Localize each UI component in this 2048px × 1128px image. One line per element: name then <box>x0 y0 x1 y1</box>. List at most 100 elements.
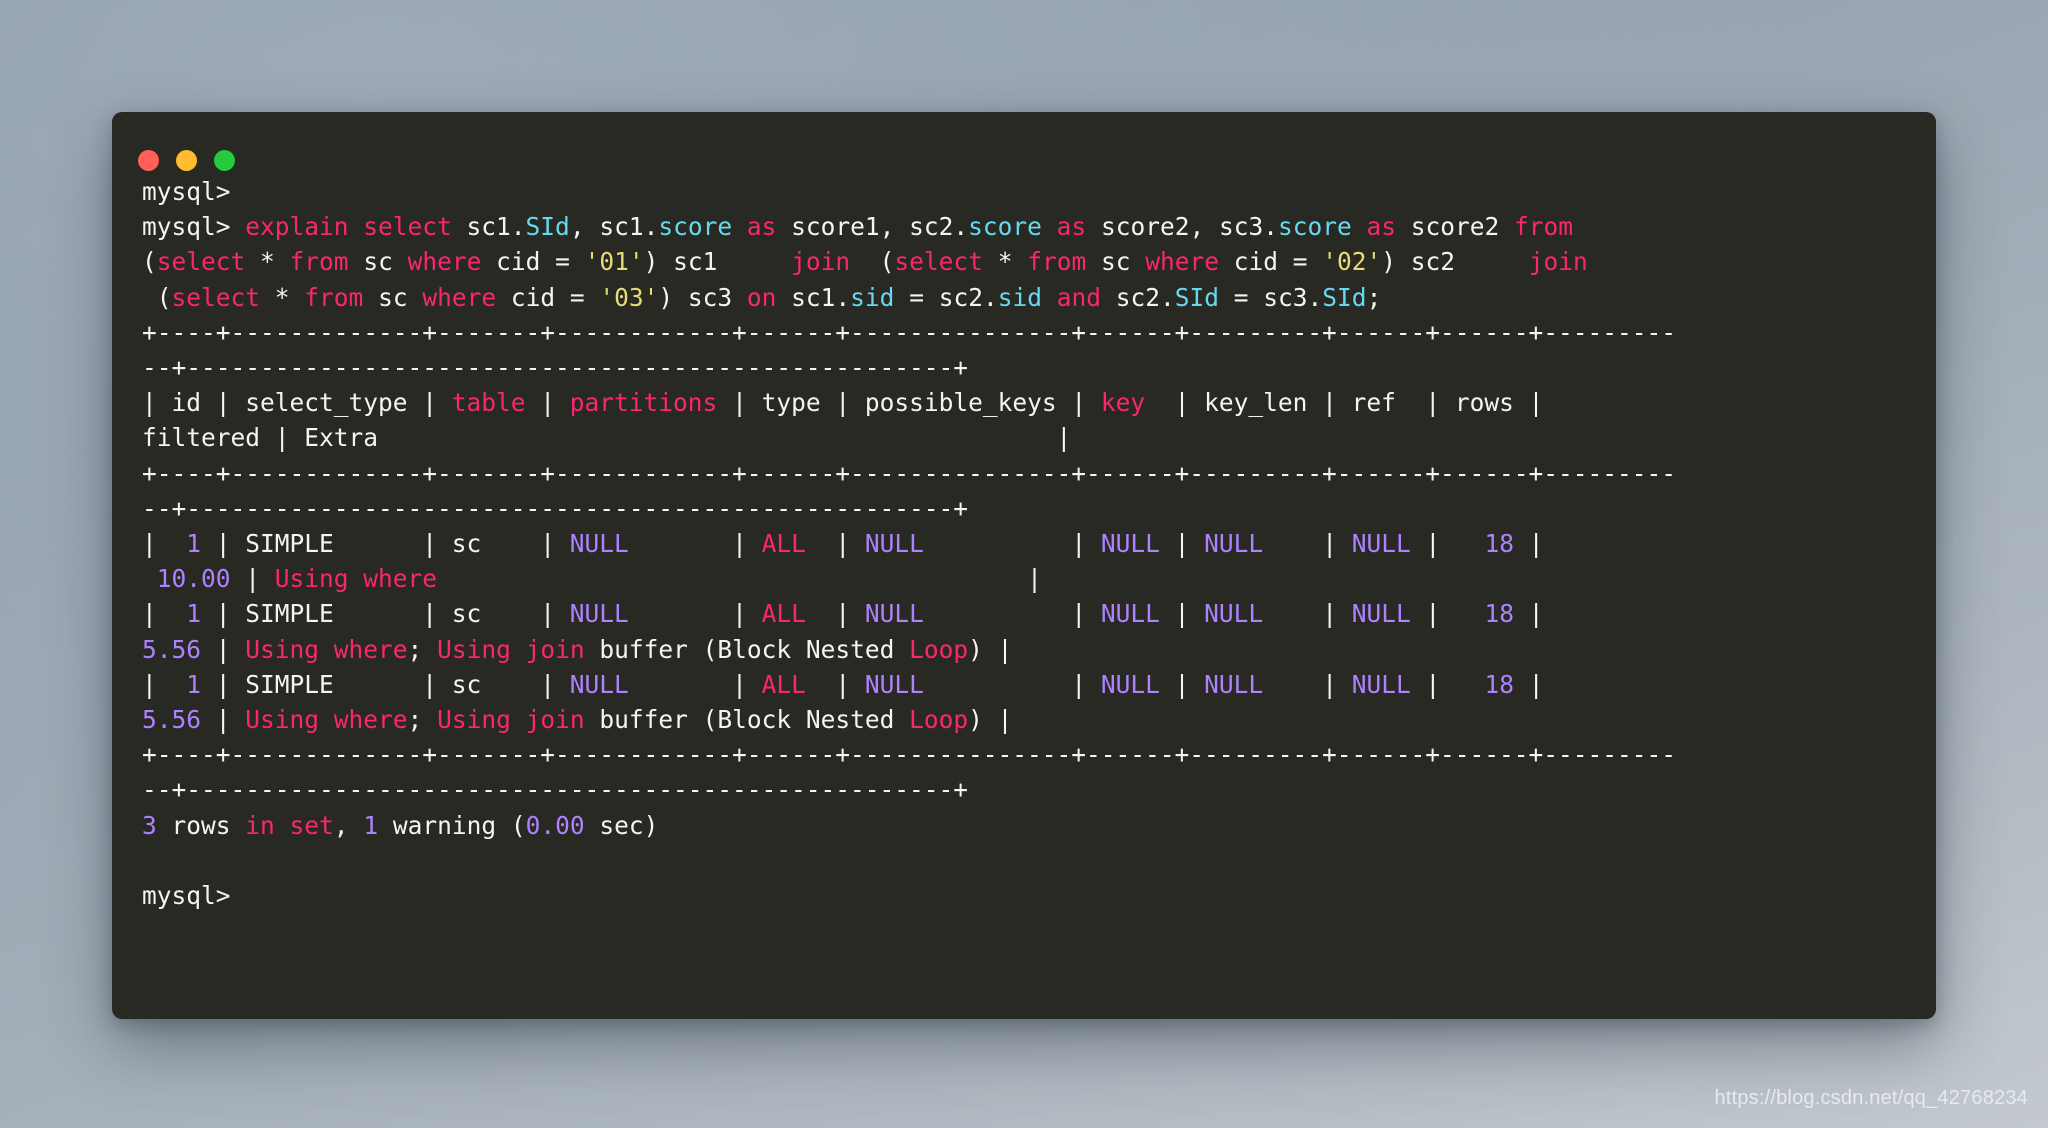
terminal-span: | <box>1263 529 1352 559</box>
line-query-2: (select * from sc where cid = '01') sc1 … <box>142 244 1906 279</box>
terminal-span: filtered | Extra | <box>142 423 1072 453</box>
terminal-span: '02' <box>1322 247 1382 277</box>
terminal-span: | SIMPLE | sc | <box>201 669 570 699</box>
terminal-span: | <box>805 529 865 559</box>
terminal-span: NULL <box>1204 599 1264 629</box>
terminal-span: | <box>437 564 1042 594</box>
terminal-span <box>142 564 157 593</box>
terminal-span: sid <box>997 282 1042 312</box>
terminal-span: ) | <box>968 705 1013 735</box>
terminal-span: NULL <box>1351 599 1411 629</box>
terminal-span: | <box>1410 599 1485 629</box>
line-rule-3b: --+-------------------------------------… <box>142 772 1906 807</box>
line-rule-2a: +----+-------------+-------+------------… <box>142 456 1906 491</box>
terminal-span: +----+-------------+-------+------------… <box>142 317 1677 347</box>
terminal-span: from <box>304 282 364 312</box>
terminal-span: 18 <box>1484 599 1514 629</box>
terminal-span: ALL <box>761 669 806 699</box>
terminal-span: NULL <box>569 669 629 699</box>
terminal-span: ; <box>407 705 438 735</box>
terminal-span: ( <box>142 247 157 277</box>
maximize-window-button[interactable] <box>214 150 235 171</box>
terminal-span: | <box>628 669 762 699</box>
terminal-span <box>1042 283 1057 312</box>
terminal-span: NULL <box>1100 529 1160 559</box>
terminal-span: = sc3. <box>1219 282 1323 312</box>
terminal-span: from <box>1027 247 1087 277</box>
terminal-span: sc2. <box>1101 282 1175 312</box>
terminal-span: NULL <box>1204 529 1264 559</box>
terminal-span: select <box>156 247 246 277</box>
terminal-span: ) sc3 <box>658 282 747 312</box>
terminal-span: score <box>1277 212 1352 242</box>
terminal-output[interactable]: mysql> mysql> explain select sc1.SId, sc1… <box>112 174 1936 933</box>
terminal-span: ) | <box>968 634 1013 664</box>
terminal-span: NULL <box>864 669 924 699</box>
line-row-3b: 5.56 | Using where; Using join buffer (B… <box>142 702 1906 737</box>
terminal-span: Loop <box>909 634 969 664</box>
terminal-span: '01' <box>584 247 644 277</box>
terminal-span: | <box>1514 529 1544 559</box>
terminal-span: select <box>171 282 261 312</box>
terminal-span: 3 <box>142 810 157 840</box>
terminal-span: | <box>923 669 1101 699</box>
terminal-span: = sc2. <box>894 282 998 312</box>
line-query-3: (select * from sc where cid = '03') sc3 … <box>142 280 1906 315</box>
terminal-span: 1 <box>186 669 202 699</box>
terminal-span <box>142 846 157 875</box>
terminal-span: | <box>805 599 865 629</box>
terminal-span: join <box>791 247 851 277</box>
terminal-span: where <box>422 282 497 312</box>
terminal-span: ; <box>1366 282 1382 312</box>
terminal-span: as <box>1366 212 1396 242</box>
terminal-span: 18 <box>1484 669 1514 699</box>
terminal-span: | <box>628 529 762 559</box>
terminal-span: | id | select_type | <box>142 388 452 418</box>
terminal-span: | type | possible_keys | <box>717 388 1101 418</box>
line-header-a: | id | select_type | table | partitions … <box>142 385 1906 420</box>
terminal-span: NULL <box>864 529 924 559</box>
terminal-span: | <box>142 599 187 629</box>
terminal-titlebar[interactable] <box>112 112 1936 174</box>
terminal-span: ( <box>142 282 172 312</box>
minimize-window-button[interactable] <box>176 150 197 171</box>
terminal-span: * <box>982 247 1028 277</box>
terminal-span: ; <box>407 634 438 664</box>
terminal-span: SId <box>1174 282 1220 312</box>
terminal-span: score <box>658 212 733 242</box>
terminal-span: * <box>260 282 305 312</box>
close-window-button[interactable] <box>138 150 159 171</box>
terminal-span: table <box>451 388 526 418</box>
terminal-span: 5.56 <box>142 705 202 735</box>
line-rule-1b: --+-------------------------------------… <box>142 350 1906 385</box>
terminal-span: NULL <box>1351 529 1411 559</box>
terminal-span: ALL <box>761 529 806 559</box>
line-row-1b: 10.00 | Using where | <box>142 561 1906 596</box>
terminal-span: SId <box>525 212 570 242</box>
terminal-span: | SIMPLE | sc | <box>201 529 570 559</box>
terminal-span: score2 <box>1396 212 1515 242</box>
terminal-window: mysql> mysql> explain select sc1.SId, sc1… <box>112 112 1936 1019</box>
terminal-span: cid = <box>496 282 600 312</box>
terminal-span: cid = <box>481 247 585 277</box>
terminal-span: | <box>1263 599 1352 629</box>
terminal-span: 0.00 <box>525 810 585 840</box>
terminal-span: select <box>894 247 983 277</box>
terminal-span: as <box>1056 212 1087 242</box>
terminal-span: ) sc2 <box>1381 247 1529 277</box>
line-status: 3 rows in set, 1 warning (0.00 sec) <box>142 808 1906 843</box>
line-prompt-1: mysql> <box>142 174 1906 209</box>
terminal-span: cid = <box>1219 247 1323 277</box>
terminal-span: sc <box>348 247 408 277</box>
terminal-span: | <box>201 634 246 664</box>
terminal-span: NULL <box>1100 599 1160 629</box>
terminal-span: | <box>1159 669 1205 699</box>
terminal-span: in set <box>245 810 334 840</box>
terminal-span: NULL <box>569 529 629 559</box>
terminal-span: Using where <box>245 634 408 664</box>
terminal-span: , <box>333 810 364 840</box>
line-row-1a: | 1 | SIMPLE | sc | NULL | ALL | NULL | … <box>142 526 1906 561</box>
line-blank-1 <box>142 843 1906 878</box>
terminal-span: ) sc1 <box>643 247 792 277</box>
line-rule-1a: +----+-------------+-------+------------… <box>142 315 1906 350</box>
